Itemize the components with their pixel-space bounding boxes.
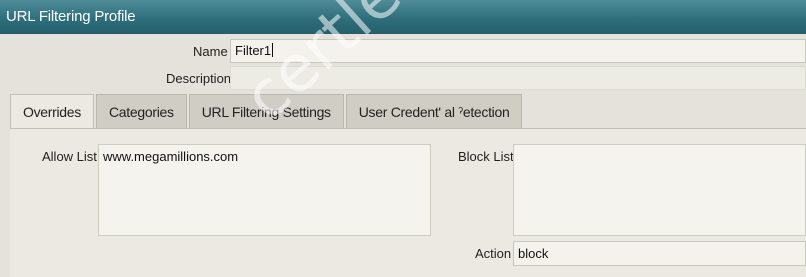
tab-user-credential-detection-label: User Credent' al ˀetection xyxy=(358,104,510,120)
action-label: Action xyxy=(475,246,512,261)
allow-list-value: www.megamillions.com xyxy=(103,149,239,164)
dialog-title: URL Filtering Profile xyxy=(6,8,136,25)
tab-categories[interactable]: Categories xyxy=(95,94,187,128)
tab-url-filtering-settings-label: URL Filtering Settings xyxy=(201,104,331,120)
tab-overrides-label: Overrides xyxy=(23,104,81,120)
name-value: Filter1 xyxy=(235,43,272,58)
text-caret xyxy=(272,43,274,57)
tab-url-filtering-settings[interactable]: URL Filtering Settings xyxy=(188,94,344,128)
dialog-titlebar[interactable]: URL Filtering Profile xyxy=(0,0,806,34)
allow-list-label: Allow List xyxy=(42,149,97,164)
block-list-textarea[interactable] xyxy=(513,144,806,236)
tab-categories-label: Categories xyxy=(108,104,174,120)
tab-overrides[interactable]: Overrides xyxy=(10,94,94,128)
description-field[interactable] xyxy=(230,66,806,90)
action-select[interactable]: block xyxy=(513,241,806,266)
name-label: Name xyxy=(193,44,228,59)
allow-list-textarea[interactable]: www.megamillions.com xyxy=(98,144,431,236)
name-field[interactable]: Filter1 xyxy=(230,39,806,63)
tab-user-credential-detection[interactable]: User Credent' al ˀetection xyxy=(345,94,523,128)
url-filtering-profile-dialog: URL Filtering Profile Name Filter1 Descr… xyxy=(0,0,806,277)
description-label: Description xyxy=(166,71,232,86)
block-list-label: Block List xyxy=(458,149,514,164)
action-value: block xyxy=(518,246,549,261)
profile-tabs: Overrides Categories URL Filtering Setti… xyxy=(10,94,524,128)
